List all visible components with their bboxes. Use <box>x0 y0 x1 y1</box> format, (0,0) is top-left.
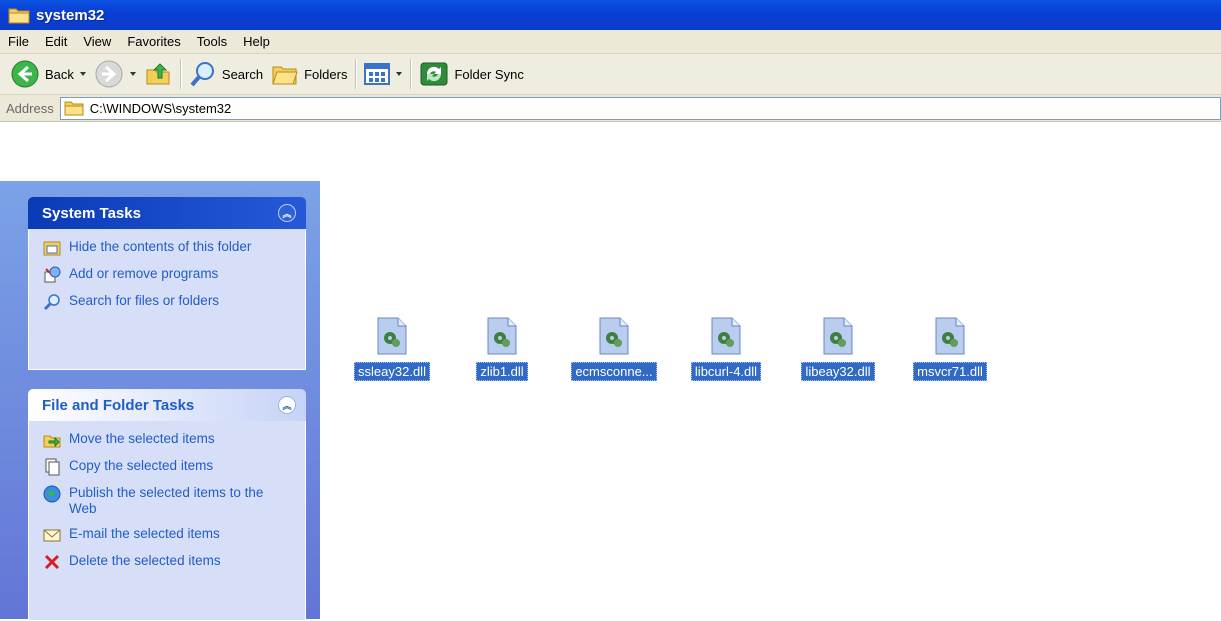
folder-sync-label: Folder Sync <box>454 66 524 82</box>
task-move-items[interactable]: Move the selected items <box>43 431 297 449</box>
folders-icon <box>272 66 298 85</box>
task-copy-items[interactable]: Copy the selected items <box>43 458 297 476</box>
task-label: Copy the selected items <box>69 458 214 473</box>
back-dropdown-icon[interactable] <box>79 72 86 76</box>
task-delete-items[interactable]: Delete the selected items <box>43 553 297 571</box>
delete-icon <box>43 553 61 571</box>
folder-icon <box>64 101 84 116</box>
address-bar: Address C:\WINDOWS\system32 <box>0 95 1221 122</box>
file-name: zlib1.dll <box>476 362 528 381</box>
file-item-ssleay32[interactable]: ssleay32.dll <box>337 316 447 381</box>
dll-file-icon <box>487 317 517 355</box>
views-button[interactable] <box>360 56 406 92</box>
search-button[interactable]: Search <box>185 56 267 92</box>
task-label: Search for files or folders <box>69 293 220 308</box>
file-name: msvcr71.dll <box>913 362 987 381</box>
file-folder-tasks-body: Move the selected items Copy the selecte… <box>28 421 306 621</box>
task-label: Delete the selected items <box>69 553 221 568</box>
system-tasks-body: Hide the contents of this folder Add or … <box>28 229 306 370</box>
file-name: libeay32.dll <box>801 362 875 381</box>
folders-button[interactable]: Folders <box>267 56 351 92</box>
system-tasks-title: System Tasks <box>42 204 141 222</box>
search-label: Search <box>221 66 264 82</box>
file-name: ecmsconne... <box>571 362 657 381</box>
folder-sync-button[interactable]: Folder Sync <box>415 56 527 92</box>
file-item-zlib1[interactable]: zlib1.dll <box>447 316 557 381</box>
add-remove-programs-icon <box>43 266 61 284</box>
toolbar-separator <box>179 59 181 89</box>
forward-button[interactable] <box>90 56 140 92</box>
file-item-msvcr71[interactable]: msvcr71.dll <box>895 316 1005 381</box>
task-label: Hide the contents of this folder <box>69 239 252 254</box>
menu-favorites[interactable]: Favorites <box>119 34 188 49</box>
folder-icon <box>8 8 30 24</box>
toolbar: Back Search Folders Folder Sync <box>0 54 1221 95</box>
search-icon <box>190 62 214 87</box>
views-grid-icon <box>364 63 391 85</box>
menu-view[interactable]: View <box>75 34 119 49</box>
copy-icon <box>43 458 61 476</box>
dll-file-icon <box>599 317 629 355</box>
title-bar[interactable]: system32 <box>0 0 1221 30</box>
menu-tools[interactable]: Tools <box>189 34 235 49</box>
task-search-files[interactable]: Search for files or folders <box>43 293 297 311</box>
dll-file-icon <box>935 317 965 355</box>
task-pane: System Tasks ︽ Hide the contents of this… <box>0 181 320 621</box>
task-publish-web[interactable]: Publish the selected items to the Web <box>43 485 297 517</box>
task-add-remove-programs[interactable]: Add or remove programs <box>43 266 297 284</box>
publish-web-icon <box>43 485 61 503</box>
file-folder-tasks-panel: File and Folder Tasks ︽ Move the selecte… <box>28 389 306 621</box>
task-label: E-mail the selected items <box>69 526 220 541</box>
task-email-items[interactable]: E-mail the selected items <box>43 526 297 544</box>
address-label: Address <box>6 100 54 116</box>
collapse-chevron-icon[interactable]: ︽ <box>278 204 296 222</box>
up-folder-button[interactable] <box>140 56 176 92</box>
system-tasks-panel: System Tasks ︽ Hide the contents of this… <box>28 197 306 370</box>
menu-edit[interactable]: Edit <box>37 34 75 49</box>
move-icon <box>43 431 61 449</box>
task-label: Move the selected items <box>69 431 215 446</box>
dll-file-icon <box>711 317 741 355</box>
folder-view-icon <box>43 239 61 257</box>
file-name: ssleay32.dll <box>354 362 430 381</box>
search-icon <box>43 293 61 311</box>
system-tasks-header[interactable]: System Tasks ︽ <box>28 197 306 229</box>
file-item-libcurl-4[interactable]: libcurl-4.dll <box>671 316 781 381</box>
window-title: system32 <box>36 6 105 24</box>
forward-arrow-icon <box>95 60 123 88</box>
menu-bar: File Edit View Favorites Tools Help <box>0 30 1221 54</box>
email-icon <box>43 526 61 544</box>
collapse-chevron-icon[interactable]: ︽ <box>278 396 296 414</box>
toolbar-separator <box>410 59 412 89</box>
file-folder-tasks-header[interactable]: File and Folder Tasks ︽ <box>28 389 306 421</box>
views-dropdown-icon[interactable] <box>396 72 403 76</box>
task-hide-contents[interactable]: Hide the contents of this folder <box>43 239 297 257</box>
dll-file-icon <box>823 317 853 355</box>
dll-file-icon <box>377 317 407 355</box>
file-folder-tasks-title: File and Folder Tasks <box>42 396 195 414</box>
task-label: Publish the selected items to the Web <box>69 485 264 516</box>
folder-sync-icon <box>420 62 448 86</box>
task-label: Add or remove programs <box>69 266 219 281</box>
back-label: Back <box>45 66 74 82</box>
menu-file[interactable]: File <box>0 34 37 49</box>
back-button[interactable]: Back <box>6 56 90 92</box>
address-value: C:\WINDOWS\system32 <box>89 100 232 116</box>
toolbar-separator <box>355 59 357 89</box>
file-list-area[interactable]: ssleay32.dll zlib1.dll ecmsconne... libc… <box>320 121 1221 619</box>
menu-help[interactable]: Help <box>235 34 278 49</box>
address-input[interactable]: C:\WINDOWS\system32 <box>59 96 1221 120</box>
forward-dropdown-icon[interactable] <box>129 72 136 76</box>
file-name: libcurl-4.dll <box>690 362 762 381</box>
folders-label: Folders <box>304 66 348 82</box>
back-arrow-icon <box>11 60 39 88</box>
file-item-libeay32[interactable]: libeay32.dll <box>783 316 893 381</box>
file-item-ecmsconne[interactable]: ecmsconne... <box>559 316 669 381</box>
up-folder-icon <box>146 63 170 85</box>
